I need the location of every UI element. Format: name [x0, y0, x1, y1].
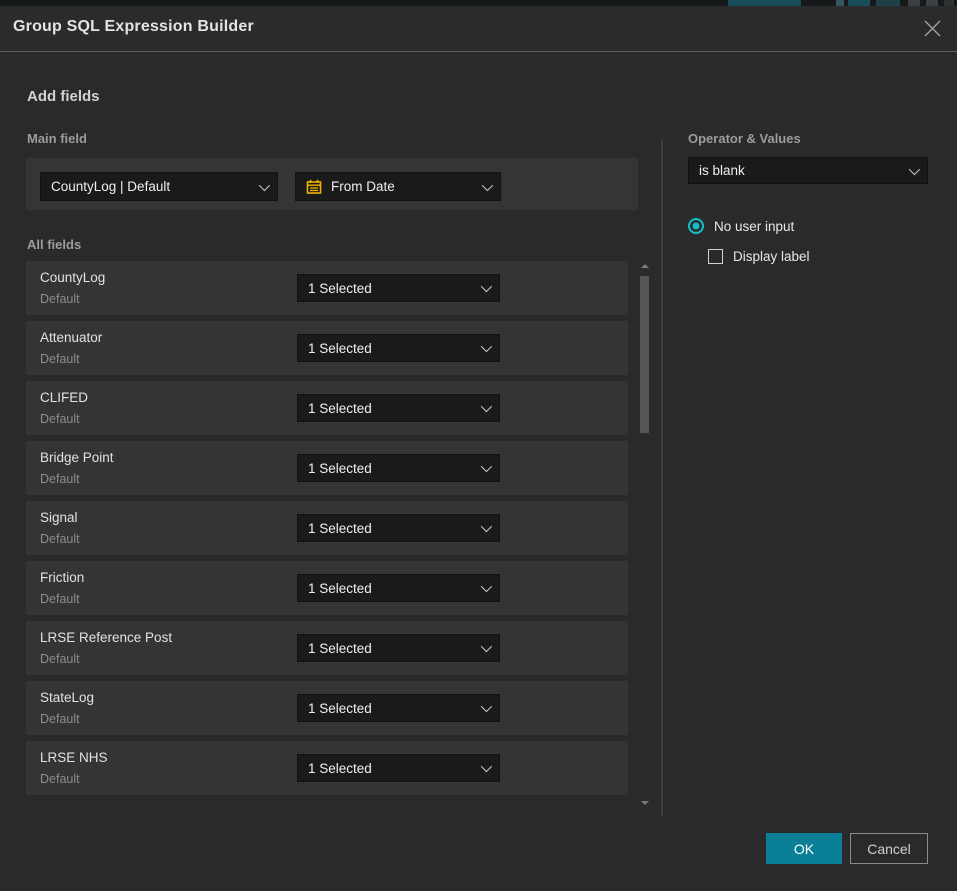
field-row-bridge-point: Bridge Point Default 1 Selected: [26, 441, 628, 495]
field-name: CLIFED: [40, 390, 88, 405]
field-row-lrse-reference-post: LRSE Reference Post Default 1 Selected: [26, 621, 628, 675]
field-row-countylog: CountyLog Default 1 Selected: [26, 261, 628, 315]
chevron-down-icon: [481, 341, 492, 352]
chevron-down-icon: [481, 281, 492, 292]
radio-selected-icon: [688, 218, 704, 234]
scrollbar-thumb[interactable]: [640, 276, 649, 433]
cancel-button[interactable]: Cancel: [850, 833, 928, 864]
field-selection-dropdown[interactable]: 1 Selected: [297, 514, 500, 542]
field-name: CountyLog: [40, 270, 105, 285]
layer-select-value: CountyLog | Default: [51, 179, 251, 194]
field-name: Friction: [40, 570, 84, 585]
field-subtitle: Default: [40, 592, 80, 606]
main-field-panel: CountyLog | Default From Date: [26, 158, 638, 210]
field-subtitle: Default: [40, 412, 80, 426]
chevron-down-icon: [481, 701, 492, 712]
checkbox-unchecked-icon: [708, 249, 723, 264]
chevron-down-icon: [481, 461, 492, 472]
field-selection-dropdown[interactable]: 1 Selected: [297, 274, 500, 302]
field-selection-value: 1 Selected: [308, 701, 473, 716]
field-row-signal: Signal Default 1 Selected: [26, 501, 628, 555]
field-selection-value: 1 Selected: [308, 581, 473, 596]
field-selection-value: 1 Selected: [308, 341, 473, 356]
chevron-down-icon: [481, 761, 492, 772]
field-subtitle: Default: [40, 352, 80, 366]
close-icon: [924, 20, 941, 37]
field-selection-value: 1 Selected: [308, 281, 473, 296]
calendar-icon: [306, 179, 322, 195]
ok-button[interactable]: OK: [766, 833, 842, 864]
display-label-checkbox[interactable]: Display label: [708, 249, 810, 264]
main-field-select[interactable]: From Date: [295, 172, 501, 201]
field-name: Bridge Point: [40, 450, 114, 465]
field-selection-dropdown[interactable]: 1 Selected: [297, 574, 500, 602]
field-row-clifed: CLIFED Default 1 Selected: [26, 381, 628, 435]
field-subtitle: Default: [40, 532, 80, 546]
operator-select-value: is blank: [699, 163, 901, 178]
field-selection-value: 1 Selected: [308, 401, 473, 416]
chevron-down-icon: [482, 179, 493, 190]
no-user-input-radio[interactable]: No user input: [688, 218, 794, 234]
chevron-down-icon: [481, 521, 492, 532]
field-selection-value: 1 Selected: [308, 521, 473, 536]
list-scrollbar[interactable]: [640, 261, 649, 808]
field-subtitle: Default: [40, 712, 80, 726]
field-selection-value: 1 Selected: [308, 761, 473, 776]
field-selection-value: 1 Selected: [308, 641, 473, 656]
close-button[interactable]: [920, 16, 944, 40]
field-name: Signal: [40, 510, 78, 525]
scroll-up-icon[interactable]: [641, 264, 649, 268]
field-name: Attenuator: [40, 330, 102, 345]
operator-select[interactable]: is blank: [688, 157, 928, 184]
add-fields-heading: Add fields: [27, 88, 100, 105]
field-subtitle: Default: [40, 652, 80, 666]
field-name: LRSE Reference Post: [40, 630, 172, 645]
chevron-down-icon: [481, 581, 492, 592]
chevron-down-icon: [481, 641, 492, 652]
layer-select[interactable]: CountyLog | Default: [40, 172, 278, 201]
field-name: LRSE NHS: [40, 750, 108, 765]
operator-values-label: Operator & Values: [688, 131, 801, 146]
field-subtitle: Default: [40, 772, 80, 786]
main-field-select-value: From Date: [331, 179, 474, 194]
field-selection-dropdown[interactable]: 1 Selected: [297, 694, 500, 722]
field-selection-dropdown[interactable]: 1 Selected: [297, 634, 500, 662]
field-subtitle: Default: [40, 292, 80, 306]
field-selection-dropdown[interactable]: 1 Selected: [297, 454, 500, 482]
scroll-down-icon[interactable]: [641, 801, 649, 805]
dialog-header: Group SQL Expression Builder: [0, 6, 957, 52]
field-selection-value: 1 Selected: [308, 461, 473, 476]
field-row-lrse-nhs: LRSE NHS Default 1 Selected: [26, 741, 628, 795]
group-sql-expression-builder-dialog: Group SQL Expression Builder Add fields …: [0, 6, 957, 891]
panel-divider: [661, 140, 663, 816]
field-selection-dropdown[interactable]: 1 Selected: [297, 754, 500, 782]
field-row-statelog: StateLog Default 1 Selected: [26, 681, 628, 735]
main-field-label: Main field: [27, 131, 87, 146]
chevron-down-icon: [259, 179, 270, 190]
all-fields-label: All fields: [27, 237, 81, 252]
field-row-attenuator: Attenuator Default 1 Selected: [26, 321, 628, 375]
checkbox-label: Display label: [733, 249, 810, 264]
chevron-down-icon: [481, 401, 492, 412]
chevron-down-icon: [909, 163, 920, 174]
dialog-title: Group SQL Expression Builder: [13, 18, 254, 36]
field-name: StateLog: [40, 690, 94, 705]
field-selection-dropdown[interactable]: 1 Selected: [297, 394, 500, 422]
field-subtitle: Default: [40, 472, 80, 486]
field-row-friction: Friction Default 1 Selected: [26, 561, 628, 615]
field-selection-dropdown[interactable]: 1 Selected: [297, 334, 500, 362]
radio-label: No user input: [714, 219, 794, 234]
